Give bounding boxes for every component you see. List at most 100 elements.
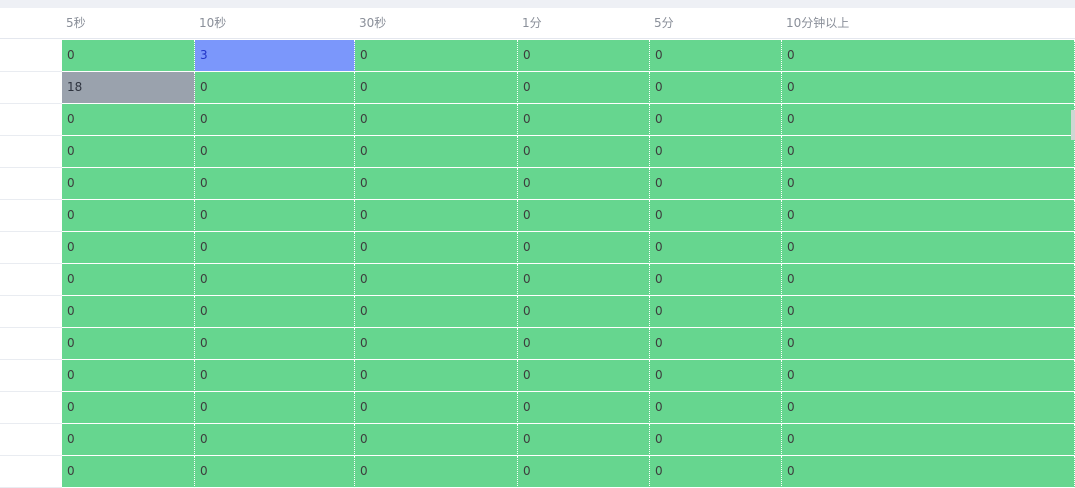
table-cell[interactable]: 0 (782, 168, 1075, 200)
table-cell[interactable]: 0 (518, 136, 650, 168)
table-cell[interactable]: 18 (62, 72, 195, 104)
table-cell[interactable]: 0 (355, 264, 518, 296)
table-cell[interactable]: 0 (782, 136, 1075, 168)
table-cell[interactable]: 0 (62, 296, 195, 328)
table-row[interactable]: 000000 (0, 136, 1075, 168)
table-cell[interactable]: 0 (195, 72, 355, 104)
table-cell[interactable]: 0 (518, 328, 650, 360)
table-cell[interactable]: 0 (355, 40, 518, 72)
table-cell[interactable]: 0 (518, 456, 650, 488)
table-cell[interactable]: 0 (782, 40, 1075, 72)
header-5s[interactable]: 5秒 (62, 8, 195, 38)
table-cell[interactable]: 0 (195, 168, 355, 200)
table-cell[interactable]: 0 (62, 264, 195, 296)
header-10min-plus[interactable]: 10分钟以上 (782, 8, 1075, 38)
table-cell[interactable]: 0 (355, 136, 518, 168)
table-row[interactable]: 000000 (0, 296, 1075, 328)
table-cell[interactable]: 0 (782, 232, 1075, 264)
table-cell[interactable]: 0 (650, 456, 782, 488)
table-cell[interactable]: 0 (518, 200, 650, 232)
table-cell[interactable]: 0 (518, 104, 650, 136)
table-cell[interactable]: 0 (518, 264, 650, 296)
table-row[interactable]: 000000 (0, 104, 1075, 136)
table-cell[interactable]: 0 (650, 264, 782, 296)
table-cell[interactable]: 0 (782, 296, 1075, 328)
table-cell[interactable]: 0 (355, 360, 518, 392)
header-1min[interactable]: 1分 (518, 8, 650, 38)
table-cell[interactable]: 0 (650, 296, 782, 328)
header-10s[interactable]: 10秒 (195, 8, 355, 38)
table-cell[interactable]: 0 (355, 328, 518, 360)
table-cell[interactable]: 0 (62, 392, 195, 424)
table-cell[interactable]: 0 (62, 456, 195, 488)
table-cell[interactable]: 0 (195, 360, 355, 392)
table-cell[interactable]: 0 (62, 104, 195, 136)
table-cell[interactable]: 0 (195, 328, 355, 360)
table-cell[interactable]: 0 (355, 168, 518, 200)
table-cell[interactable]: 0 (355, 424, 518, 456)
table-cell[interactable]: 0 (518, 296, 650, 328)
table-row[interactable]: 000000 (0, 264, 1075, 296)
table-cell[interactable]: 0 (195, 456, 355, 488)
table-cell[interactable]: 0 (195, 392, 355, 424)
table-row[interactable]: 000000 (0, 328, 1075, 360)
table-cell[interactable]: 0 (195, 104, 355, 136)
table-cell[interactable]: 0 (355, 392, 518, 424)
table-row[interactable]: 000000 (0, 232, 1075, 264)
table-cell[interactable]: 0 (782, 200, 1075, 232)
table-row[interactable]: 000000 (0, 200, 1075, 232)
header-30s[interactable]: 30秒 (355, 8, 518, 38)
scrollbar-handle[interactable] (1071, 110, 1075, 140)
table-cell[interactable]: 0 (650, 72, 782, 104)
table-cell[interactable]: 0 (650, 424, 782, 456)
table-cell[interactable]: 0 (355, 200, 518, 232)
table-cell[interactable]: 0 (518, 360, 650, 392)
table-cell[interactable]: 0 (355, 232, 518, 264)
table-cell[interactable]: 0 (355, 104, 518, 136)
table-cell[interactable]: 0 (518, 40, 650, 72)
table-cell[interactable]: 0 (355, 456, 518, 488)
table-cell[interactable]: 0 (62, 328, 195, 360)
table-cell[interactable]: 0 (62, 360, 195, 392)
table-cell[interactable]: 0 (782, 72, 1075, 104)
table-cell[interactable]: 0 (782, 328, 1075, 360)
table-cell[interactable]: 0 (650, 104, 782, 136)
table-cell[interactable]: 0 (195, 232, 355, 264)
table-row[interactable]: 000000 (0, 392, 1075, 424)
table-cell[interactable]: 0 (650, 328, 782, 360)
table-cell[interactable]: 0 (650, 40, 782, 72)
table-cell[interactable]: 0 (650, 232, 782, 264)
table-cell[interactable]: 0 (195, 136, 355, 168)
table-cell[interactable]: 0 (62, 424, 195, 456)
table-cell[interactable]: 0 (355, 72, 518, 104)
table-cell[interactable]: 0 (62, 168, 195, 200)
table-cell[interactable]: 0 (62, 200, 195, 232)
table-cell[interactable]: 0 (650, 200, 782, 232)
table-cell[interactable]: 0 (782, 360, 1075, 392)
table-cell[interactable]: 0 (355, 296, 518, 328)
header-5min[interactable]: 5分 (650, 8, 782, 38)
table-cell[interactable]: 0 (650, 168, 782, 200)
table-cell[interactable]: 0 (518, 424, 650, 456)
table-row[interactable]: 000000 (0, 424, 1075, 456)
table-cell[interactable]: 0 (518, 72, 650, 104)
table-row[interactable]: 18 0 0 0 0 0 (0, 72, 1075, 104)
table-row[interactable]: 030000 (0, 40, 1075, 72)
table-cell[interactable]: 0 (195, 200, 355, 232)
table-cell[interactable]: 0 (782, 264, 1075, 296)
table-cell[interactable]: 0 (650, 136, 782, 168)
table-cell[interactable]: 0 (195, 296, 355, 328)
table-row[interactable]: 000000 (0, 360, 1075, 392)
table-cell[interactable]: 0 (62, 40, 195, 72)
table-cell[interactable]: 0 (782, 392, 1075, 424)
table-cell[interactable]: 0 (195, 424, 355, 456)
table-cell[interactable]: 0 (62, 232, 195, 264)
table-cell[interactable]: 0 (62, 136, 195, 168)
table-cell[interactable]: 0 (195, 264, 355, 296)
table-row[interactable]: 000000 (0, 168, 1075, 200)
table-cell[interactable]: 0 (650, 392, 782, 424)
table-cell[interactable]: 0 (650, 360, 782, 392)
table-row[interactable]: 000000 (0, 456, 1075, 488)
table-cell[interactable]: 0 (518, 232, 650, 264)
table-cell[interactable]: 0 (518, 168, 650, 200)
